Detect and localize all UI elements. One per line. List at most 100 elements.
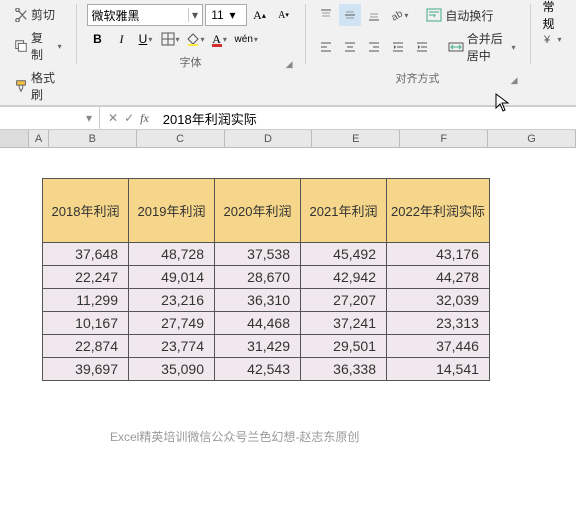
wrap-text-icon <box>426 8 442 22</box>
table-cell[interactable]: 14,541 <box>387 358 490 381</box>
col-header-G[interactable]: G <box>488 130 576 147</box>
name-box-input[interactable] <box>6 111 86 125</box>
table-row: 37,64848,72837,53845,49243,176 <box>43 243 490 266</box>
align-right-button[interactable] <box>363 36 385 58</box>
table-cell[interactable]: 42,942 <box>301 266 387 289</box>
currency-button[interactable]: ¥ <box>540 28 563 50</box>
table-row: 22,24749,01428,67042,94244,278 <box>43 266 490 289</box>
table-cell[interactable]: 11,299 <box>43 289 129 312</box>
increase-indent-button[interactable] <box>411 36 433 58</box>
font-size-input[interactable] <box>206 8 230 22</box>
table-header[interactable]: 2021年利润 <box>301 179 387 243</box>
col-header-C[interactable]: C <box>137 130 225 147</box>
font-name-select[interactable]: ▾ <box>87 4 203 26</box>
table-cell[interactable]: 27,207 <box>301 289 387 312</box>
merge-center-label: 合并后居中 <box>467 30 509 64</box>
fx-icon[interactable]: fx <box>140 111 149 126</box>
col-header-B[interactable]: B <box>49 130 137 147</box>
table-header[interactable]: 2018年利润 <box>43 179 129 243</box>
col-header-D[interactable]: D <box>225 130 313 147</box>
decrease-font-button[interactable]: A▾ <box>273 4 295 26</box>
format-painter-label: 格式刷 <box>31 69 62 103</box>
table-row: 11,29923,21636,31027,20732,039 <box>43 289 490 312</box>
table-cell[interactable]: 37,446 <box>387 335 490 358</box>
table-cell[interactable]: 23,313 <box>387 312 490 335</box>
dialog-launcher-icon[interactable]: ◢ <box>511 75 518 86</box>
svg-text:¥: ¥ <box>543 34 551 46</box>
chevron-down-icon[interactable]: ▾ <box>188 8 202 22</box>
table-cell[interactable]: 22,874 <box>43 335 129 358</box>
table-cell[interactable]: 43,176 <box>387 243 490 266</box>
table-row: 22,87423,77431,42929,50137,446 <box>43 335 490 358</box>
fill-color-button[interactable] <box>184 28 207 50</box>
italic-button[interactable]: I <box>111 28 133 50</box>
underline-button[interactable]: U <box>135 28 157 50</box>
increase-font-button[interactable]: A▴ <box>249 4 271 26</box>
name-box[interactable]: ▾ <box>0 107 100 129</box>
table-cell[interactable]: 23,774 <box>129 335 215 358</box>
table-cell[interactable]: 23,216 <box>129 289 215 312</box>
table-header[interactable]: 2019年利润 <box>129 179 215 243</box>
col-header-F[interactable]: F <box>400 130 488 147</box>
select-all-corner[interactable] <box>0 130 29 147</box>
table-cell[interactable]: 35,090 <box>129 358 215 381</box>
merge-center-button[interactable]: 合并后居中 ▾ <box>444 28 520 66</box>
formula-input[interactable] <box>157 111 576 126</box>
number-format-select[interactable]: 常规 <box>540 4 566 26</box>
chevron-down-icon[interactable]: ▾ <box>86 111 92 125</box>
align-top-button[interactable] <box>315 4 337 26</box>
confirm-icon[interactable]: ✓ <box>124 111 134 126</box>
align-bottom-button[interactable] <box>363 4 385 26</box>
table-cell[interactable]: 48,728 <box>129 243 215 266</box>
data-table: 2018年利润2019年利润2020年利润2021年利润2022年利润实际 37… <box>42 178 490 381</box>
chevron-down-icon[interactable]: ▾ <box>230 8 236 22</box>
table-cell[interactable]: 31,429 <box>215 335 301 358</box>
merge-icon <box>448 40 464 54</box>
bold-button[interactable]: B <box>87 28 109 50</box>
table-cell[interactable]: 39,697 <box>43 358 129 381</box>
table-cell[interactable]: 29,501 <box>301 335 387 358</box>
table-cell[interactable]: 37,538 <box>215 243 301 266</box>
table-row: 10,16727,74944,46837,24123,313 <box>43 312 490 335</box>
table-header[interactable]: 2022年利润实际 <box>387 179 490 243</box>
table-cell[interactable]: 28,670 <box>215 266 301 289</box>
font-name-input[interactable] <box>88 8 188 22</box>
table-cell[interactable]: 32,039 <box>387 289 490 312</box>
cancel-icon[interactable]: ✕ <box>108 111 118 126</box>
table-cell[interactable]: 10,167 <box>43 312 129 335</box>
table-cell[interactable]: 27,749 <box>129 312 215 335</box>
copy-button[interactable]: 复制 ▾ <box>10 27 66 65</box>
table-cell[interactable]: 45,492 <box>301 243 387 266</box>
table-cell[interactable]: 37,241 <box>301 312 387 335</box>
align-group-label: 对齐方式 <box>395 73 439 85</box>
paintbrush-icon <box>14 79 28 93</box>
scissors-icon <box>14 8 28 22</box>
wrap-text-label: 自动换行 <box>445 7 493 24</box>
cut-button[interactable]: 剪切 <box>10 4 66 25</box>
table-header[interactable]: 2020年利润 <box>215 179 301 243</box>
font-size-select[interactable]: ▾ <box>205 4 247 26</box>
table-cell[interactable]: 36,310 <box>215 289 301 312</box>
align-left-button[interactable] <box>315 36 337 58</box>
table-cell[interactable]: 44,278 <box>387 266 490 289</box>
table-cell[interactable]: 49,014 <box>129 266 215 289</box>
table-cell[interactable]: 37,648 <box>43 243 129 266</box>
format-painter-button[interactable]: 格式刷 <box>10 67 66 105</box>
table-row: 39,69735,09042,54336,33814,541 <box>43 358 490 381</box>
orientation-button[interactable]: ab <box>387 4 410 26</box>
phonetic-button[interactable]: wén <box>233 28 260 50</box>
align-middle-button[interactable] <box>339 4 361 26</box>
decrease-indent-button[interactable] <box>387 36 409 58</box>
col-header-A[interactable]: A <box>29 130 49 147</box>
table-cell[interactable]: 22,247 <box>43 266 129 289</box>
align-center-button[interactable] <box>339 36 361 58</box>
wrap-text-button[interactable]: 自动换行 <box>422 5 497 26</box>
table-cell[interactable]: 44,468 <box>215 312 301 335</box>
chevron-down-icon: ▾ <box>58 42 62 51</box>
font-color-button[interactable]: A <box>209 28 231 50</box>
table-cell[interactable]: 42,543 <box>215 358 301 381</box>
table-cell[interactable]: 36,338 <box>301 358 387 381</box>
border-button[interactable] <box>159 28 182 50</box>
dialog-launcher-icon[interactable]: ◢ <box>286 59 293 70</box>
col-header-E[interactable]: E <box>312 130 400 147</box>
